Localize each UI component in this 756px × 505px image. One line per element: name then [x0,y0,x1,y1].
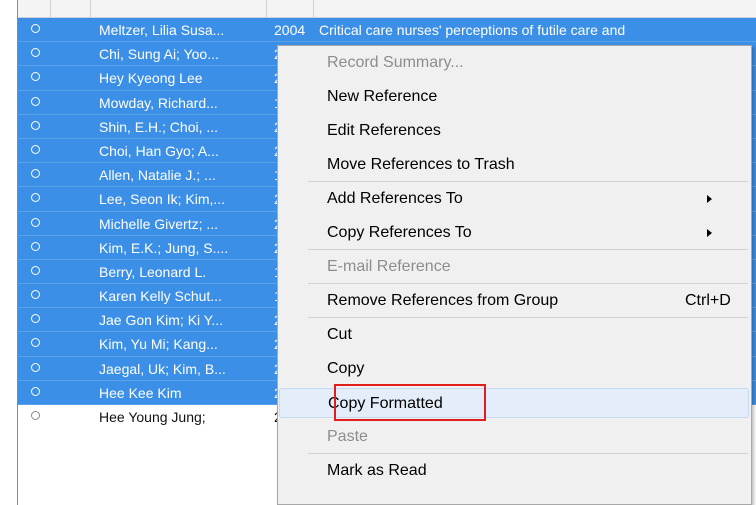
read-status-radio[interactable] [31,411,40,420]
author-cell: Kim, Yu Mi; Kang... [99,336,218,353]
read-status-radio[interactable] [31,290,40,300]
read-status-radio[interactable] [31,120,40,130]
menu-separator [308,317,748,318]
context-menu: Record Summary... New Reference Edit Refer… [277,45,752,505]
column-divider [90,0,91,17]
read-status-radio[interactable] [31,386,40,396]
column-divider [313,0,314,17]
menu-item-label: Mark as Read [327,462,427,479]
menu-item-copy[interactable]: Copy [279,354,749,384]
author-cell: Allen, Natalie J.; ... [99,167,216,184]
menu-item-remove-references-from-group[interactable]: Remove References from Group Ctrl+D [279,286,749,316]
submenu-arrow-icon [707,229,712,237]
author-cell: Kim, E.K.; Jung, S.... [99,239,229,256]
read-status-radio[interactable] [31,48,40,58]
author-cell: Hey Kyeong Lee [99,70,203,87]
menu-item-label: Remove References from Group [327,292,559,309]
author-cell: Berry, Leonard L. [99,263,207,280]
menu-item-label: Add References To [327,190,463,207]
menu-separator [308,283,748,284]
author-cell: Choi, Han Gyo; A... [99,142,219,159]
menu-item-move-references-to-trash[interactable]: Move References to Trash [279,150,749,180]
read-status-radio[interactable] [31,314,40,324]
read-status-radio[interactable] [31,241,40,251]
column-divider [50,0,51,17]
highlight-annotation-box [334,384,486,421]
menu-item-record-summary[interactable]: Record Summary... [279,48,749,78]
read-status-radio[interactable] [31,24,40,33]
read-status-radio[interactable] [31,362,40,372]
read-status-radio[interactable] [31,169,40,179]
read-status-radio[interactable] [31,193,40,203]
year-cell: 2004 [274,22,306,38]
menu-item-label: Cut [327,326,352,343]
author-cell: Jaegal, Uk; Kim, B... [99,360,226,377]
menu-item-label: Edit References [327,122,441,139]
menu-item-label: Copy References To [327,224,472,241]
read-status-radio[interactable] [31,265,40,275]
menu-item-label: New Reference [327,88,438,105]
menu-item-new-reference[interactable]: New Reference [279,82,749,112]
read-status-radio[interactable] [31,144,40,154]
author-cell: Lee, Seon Ik; Kim,... [99,191,226,208]
read-status-radio[interactable] [31,96,40,106]
menu-item-e-mail-reference[interactable]: E-mail Reference [279,252,749,282]
author-cell: Hee Kee Kim [99,384,182,401]
menu-separator [308,453,748,454]
author-cell: Michelle Givertz; ... [99,215,219,232]
column-divider [266,0,267,17]
table-row[interactable]: Meltzer, Lilia Susa... 2004 Critical care … [18,18,756,43]
menu-item-cut[interactable]: Cut [279,320,749,350]
author-cell: Mowday, Richard... [99,94,218,111]
menu-item-label: Move References to Trash [327,156,515,173]
read-status-radio[interactable] [31,338,40,348]
menu-item-label: Record Summary... [327,54,464,71]
menu-item-copy-references-to[interactable]: Copy References To [279,218,749,248]
menu-item-label: Copy [327,360,365,377]
author-cell: Chi, Sung Ai; Yoo... [99,46,219,63]
submenu-arrow-icon [707,195,712,203]
author-cell: Meltzer, Lilia Susa... [99,22,225,38]
menu-item-add-references-to[interactable]: Add References To [279,184,749,214]
menu-item-label: E-mail Reference [327,258,451,275]
column-header-strip[interactable] [18,0,756,18]
author-cell: Jae Gon Kim; Ki Y... [99,312,223,329]
menu-item-label: Paste [327,428,368,445]
author-cell: Shin, E.H.; Choi, ... [99,118,219,135]
menu-shortcut: Ctrl+D [685,292,731,309]
menu-separator [308,181,748,182]
menu-item-edit-references[interactable]: Edit References [279,116,749,146]
author-cell: Hee Young Jung; [99,409,206,425]
author-cell: Karen Kelly Schut... [99,288,222,305]
menu-separator [308,249,748,250]
read-status-radio[interactable] [31,72,40,82]
menu-item-paste[interactable]: Paste [279,422,749,452]
title-cell: Critical care nurses' perceptions of fut… [319,22,626,38]
read-status-radio[interactable] [31,217,40,227]
menu-item-mark-as-read[interactable]: Mark as Read [279,456,749,486]
